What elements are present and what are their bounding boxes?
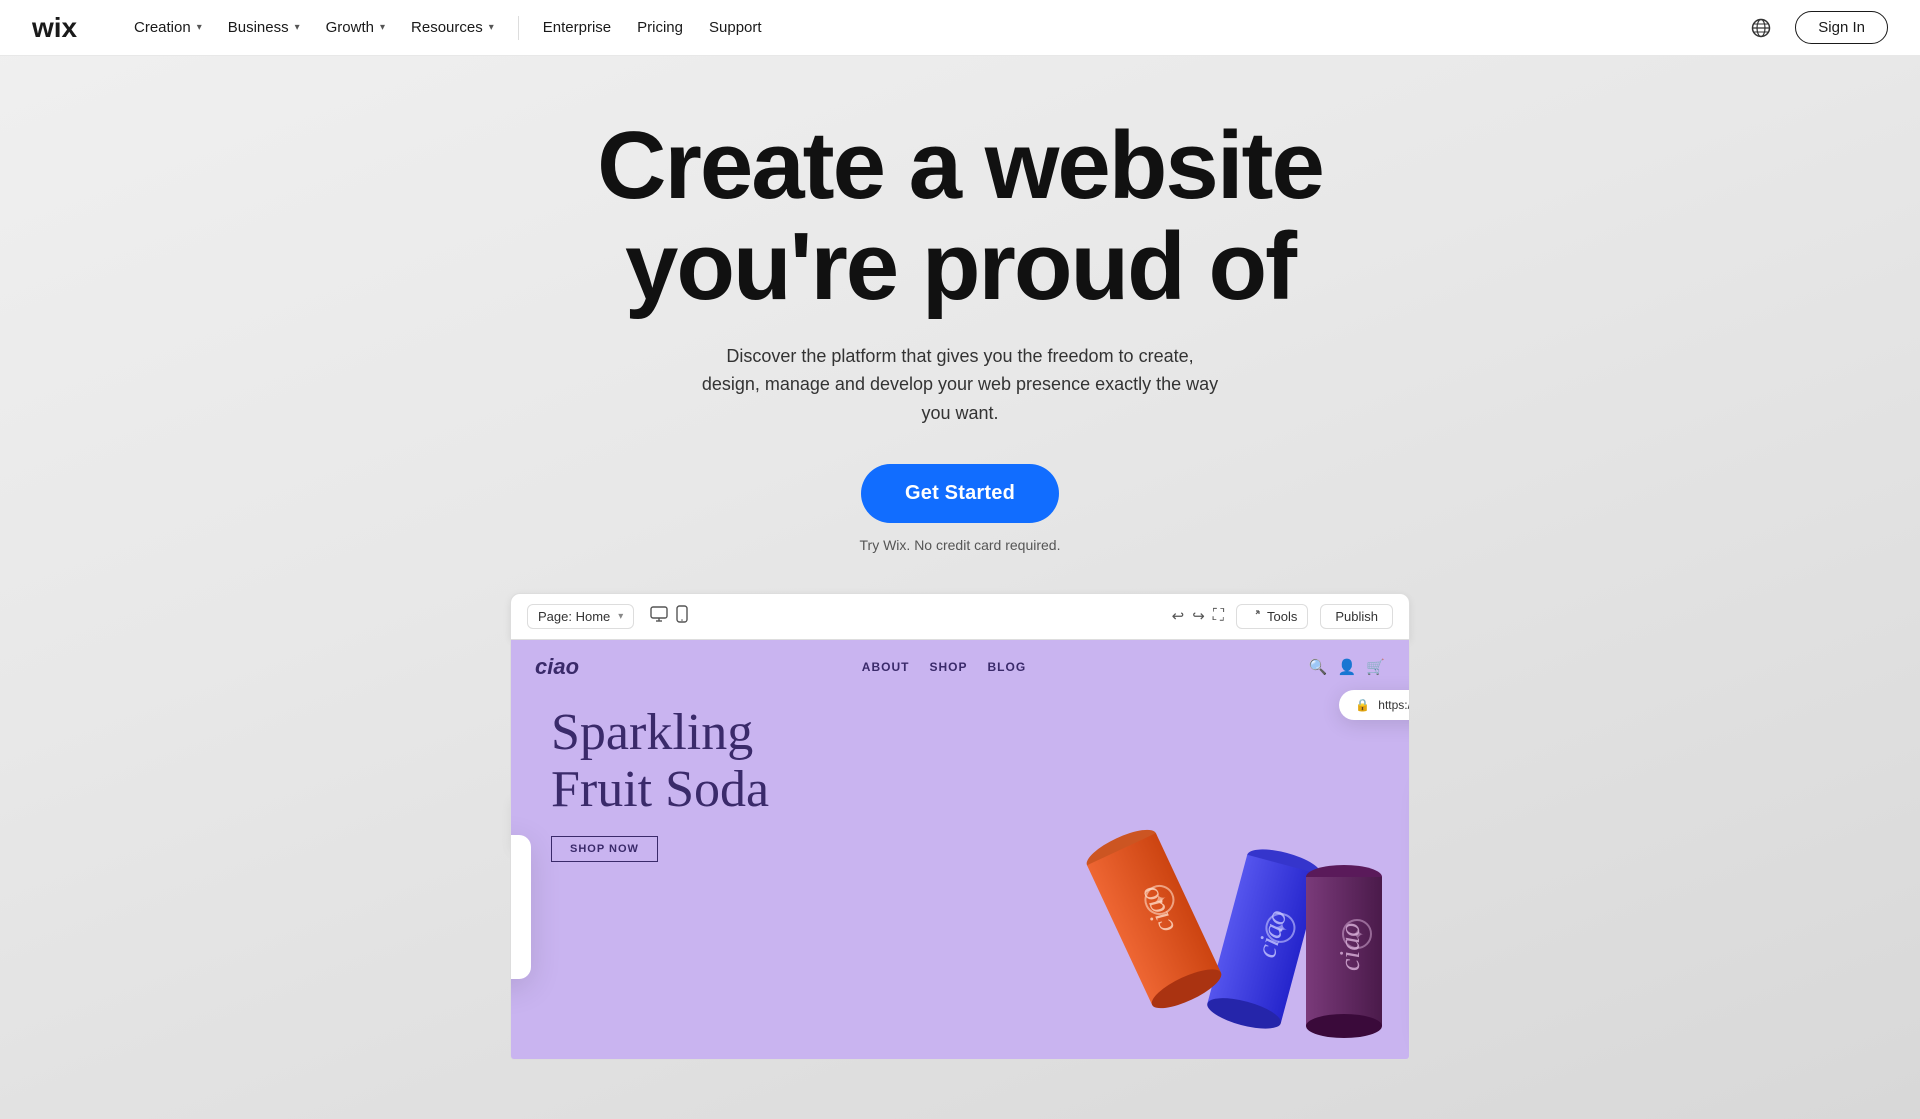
nav-right: Sign In	[1743, 10, 1888, 46]
svg-text:wix: wix	[32, 13, 78, 43]
hero-text: Create a website you're proud of Discove…	[597, 56, 1323, 553]
nav-links: Creation ▾ Business ▾ Growth ▾ Resources…	[124, 13, 1743, 42]
undo-icon[interactable]: ↩	[1172, 607, 1185, 625]
ciao-hero: Sparkling Fruit Soda SHOP NOW ciao	[511, 694, 1409, 994]
get-started-button[interactable]: Get Started	[861, 464, 1059, 523]
lock-icon: 🔒	[1355, 698, 1370, 712]
ciao-hero-title: Sparkling Fruit Soda	[551, 704, 769, 818]
ciao-logo: ciao	[535, 654, 579, 680]
nav-link-support[interactable]: Support	[699, 13, 772, 42]
nav-link-business[interactable]: Business ▾	[218, 13, 310, 42]
nav-divider	[518, 16, 519, 40]
cans-illustration: ciao ✦ ciao ✦	[889, 664, 1409, 1044]
device-toggle	[650, 605, 688, 628]
sales-panel: Sales $212K ↑	[510, 835, 531, 979]
shop-now-button[interactable]: SHOP NOW	[551, 836, 658, 862]
navbar: wix Creation ▾ Business ▾ Growth ▾ Resou…	[0, 0, 1920, 56]
mobile-icon[interactable]	[676, 605, 688, 628]
nav-link-creation[interactable]: Creation ▾	[124, 13, 212, 42]
chevron-down-icon: ▾	[489, 22, 494, 33]
browser-content: ciao ABOUT SHOP BLOG 🔍 👤 🛒 Sparkling	[510, 640, 1410, 1060]
hero-subtitle: Discover the platform that gives you the…	[700, 342, 1220, 428]
sales-value: $212K ↑	[510, 871, 511, 903]
chevron-down-icon: ▾	[618, 611, 623, 622]
fullscreen-icon[interactable]: ⛶	[1213, 607, 1224, 625]
hero-section: Create a website you're proud of Discove…	[0, 0, 1920, 1119]
tools-button[interactable]: Tools	[1236, 604, 1308, 629]
nav-controls: ↩ ↪ ⛶	[1172, 607, 1224, 625]
nav-link-resources[interactable]: Resources ▾	[401, 13, 504, 42]
ciao-text-block: Sparkling Fruit Soda SHOP NOW	[551, 694, 769, 862]
nav-link-enterprise[interactable]: Enterprise	[533, 13, 621, 42]
sales-label: Sales	[510, 853, 511, 867]
logo[interactable]: wix	[32, 13, 92, 43]
svg-text:✦: ✦	[1351, 927, 1364, 944]
nav-link-growth[interactable]: Growth ▾	[316, 13, 395, 42]
sales-chart	[510, 911, 511, 961]
browser-mockup: Page: Home ▾	[510, 593, 1410, 1060]
signin-button[interactable]: Sign In	[1795, 11, 1888, 44]
page-label-text: Page: Home	[538, 609, 610, 624]
desktop-icon[interactable]	[650, 605, 668, 628]
globe-button[interactable]	[1743, 10, 1779, 46]
chevron-down-icon: ▾	[295, 22, 300, 33]
url-bar: 🔒 https://www.ciaodrinks.com	[1339, 690, 1410, 720]
hero-note: Try Wix. No credit card required.	[860, 537, 1061, 553]
url-text: https://www.ciaodrinks.com	[1378, 698, 1410, 712]
chevron-down-icon: ▾	[380, 22, 385, 33]
page-selector[interactable]: Page: Home ▾	[527, 604, 634, 629]
chevron-down-icon: ▾	[197, 22, 202, 33]
redo-icon[interactable]: ↪	[1192, 607, 1205, 625]
browser-chrome: Page: Home ▾	[510, 593, 1410, 640]
nav-link-pricing[interactable]: Pricing	[627, 13, 693, 42]
hero-title: Create a website you're proud of	[597, 116, 1323, 318]
publish-button[interactable]: Publish	[1320, 604, 1393, 629]
